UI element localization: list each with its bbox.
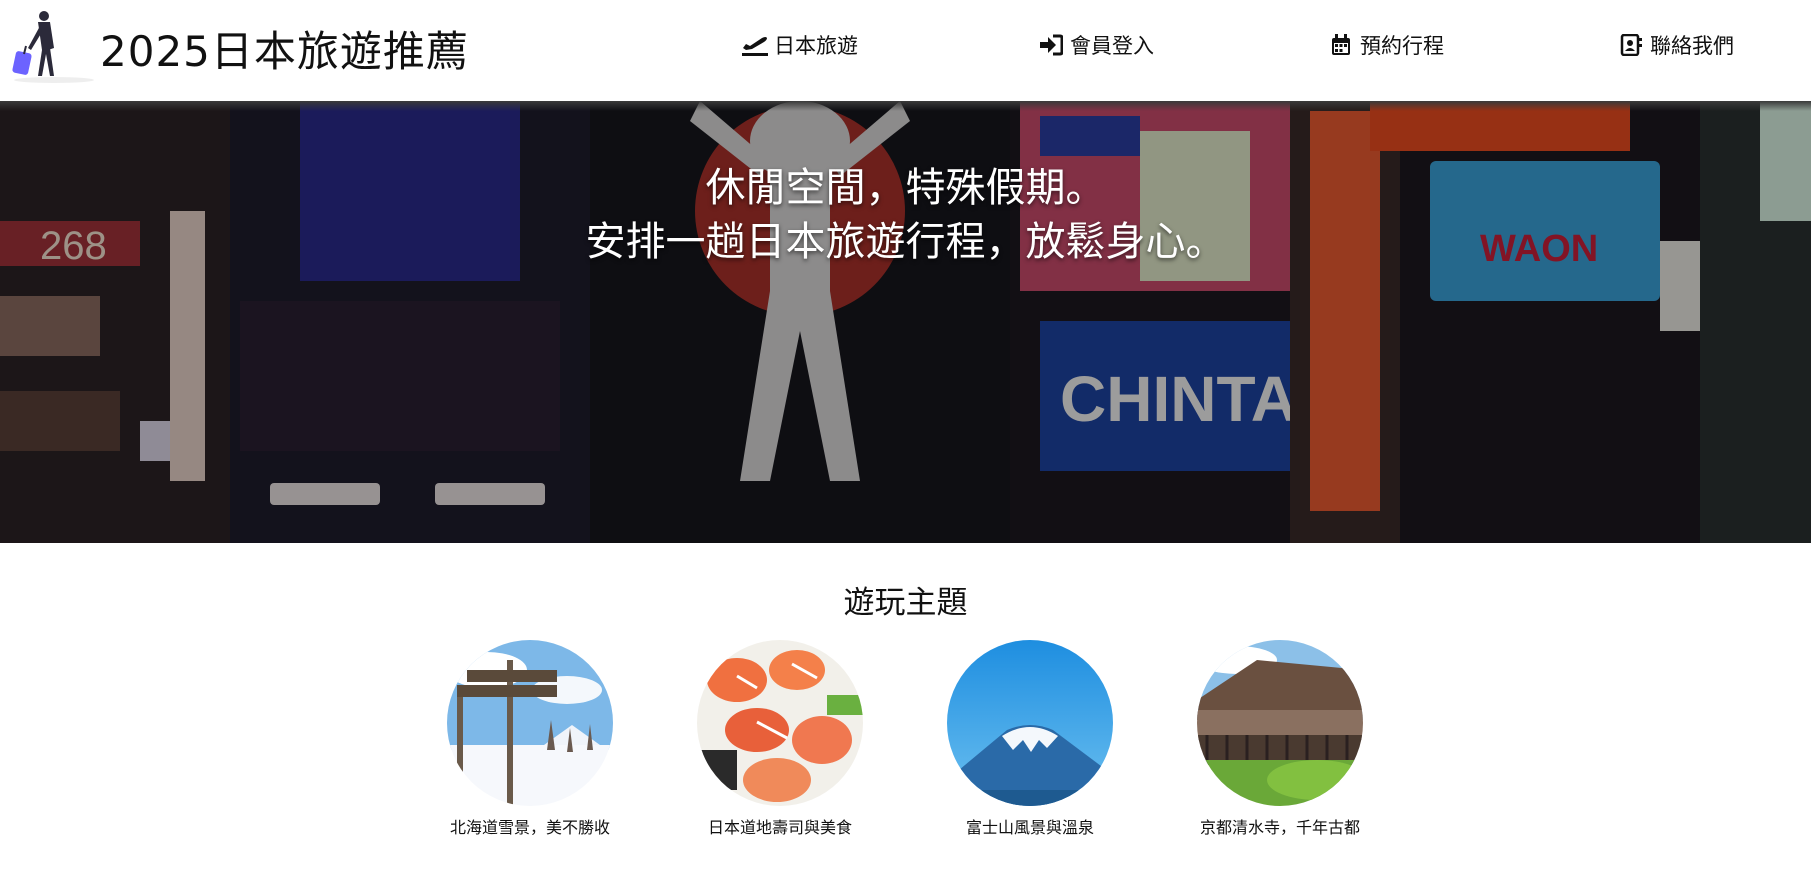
- nav-label: 聯絡我們: [1650, 34, 1734, 58]
- theme-card-hokkaido[interactable]: 北海道雪景，美不勝收: [410, 640, 650, 838]
- theme-caption: 日本道地壽司與美食: [707, 818, 852, 837]
- sushi-image[interactable]: [697, 640, 863, 806]
- traveler-logo-icon[interactable]: [4, 8, 100, 84]
- nav-book-itinerary[interactable]: 預約行程: [1328, 28, 1444, 62]
- hero-headline: 休閒空間，特殊假期。: [705, 165, 1106, 211]
- sign-in-icon: [1038, 32, 1064, 58]
- calendar-icon: [1328, 32, 1354, 58]
- theme-card-sushi[interactable]: 日本道地壽司與美食: [660, 640, 900, 838]
- theme-caption: 京都清水寺，千年古都: [1199, 818, 1360, 837]
- address-book-icon: [1618, 32, 1644, 58]
- theme-card-kiyomizu[interactable]: 京都清水寺，千年古都: [1160, 640, 1400, 838]
- theme-caption: 北海道雪景，美不勝收: [449, 818, 610, 837]
- plane-departure-icon: [742, 32, 768, 58]
- section-title: 遊玩主題: [843, 585, 968, 621]
- hokkaido-snow-image[interactable]: [447, 640, 613, 806]
- nav-label: 日本旅遊: [774, 34, 858, 58]
- nav-member-login[interactable]: 會員登入: [1038, 28, 1154, 62]
- hero-banner: 268 CHINTAI WAON 休閒空間，特殊假期。 安排一趟日本旅遊行程，放…: [0, 101, 1811, 543]
- nav-label: 預約行程: [1360, 34, 1444, 58]
- hero-subheadline: 安排一趟日本旅遊行程，放鬆身心。: [585, 219, 1226, 265]
- nav-label: 會員登入: [1070, 34, 1154, 58]
- nav-contact-us[interactable]: 聯絡我們: [1618, 28, 1734, 62]
- theme-caption: 富士山風景與溫泉: [965, 818, 1094, 837]
- theme-card-fuji[interactable]: 富士山風景與溫泉: [910, 640, 1150, 838]
- site-title: 2025日本旅遊推薦: [100, 27, 469, 76]
- mount-fuji-image[interactable]: [947, 640, 1113, 806]
- nav-japan-travel[interactable]: 日本旅遊: [742, 28, 858, 62]
- site-header: 2025日本旅遊推薦 日本旅遊 會員登入 預約行程 聯絡我們: [0, 0, 1811, 100]
- kiyomizu-temple-image[interactable]: [1197, 640, 1363, 806]
